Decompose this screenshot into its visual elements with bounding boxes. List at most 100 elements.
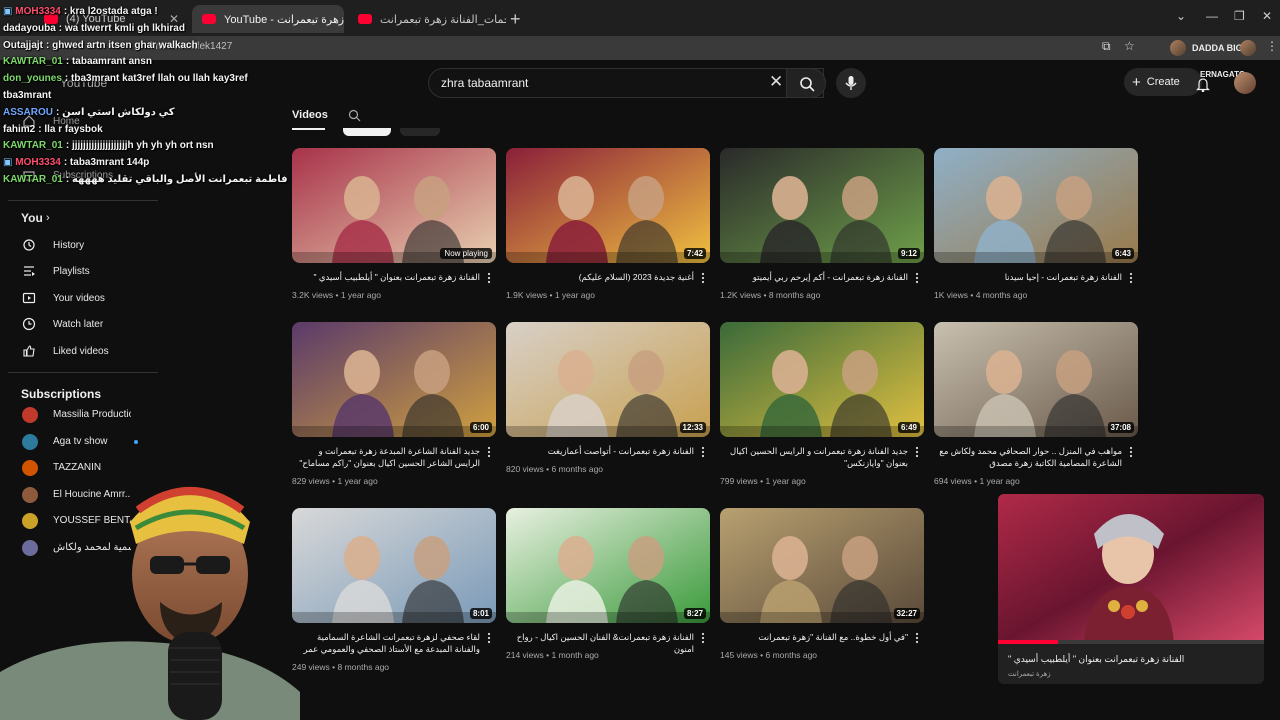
video-title[interactable]: لقاء صحفي لزهرة تبعمرانت الشاعرة السمامي…	[292, 631, 480, 655]
more-options-icon[interactable]	[700, 272, 706, 284]
video-thumbnail[interactable]: 7:42	[506, 148, 710, 263]
voice-search-button[interactable]	[836, 68, 866, 98]
video-title[interactable]: جديد الفنانة زهرة تبعمرانت و الرايس الحس…	[720, 445, 908, 469]
search-box[interactable]: zhra tabaamrant ✕	[428, 68, 824, 98]
video-duration: 7:42	[683, 248, 706, 259]
sidebar-item-watch-later[interactable]: Watch later	[0, 311, 170, 337]
new-tab-icon[interactable]: +	[510, 9, 521, 30]
channel-avatar	[22, 433, 38, 450]
thumbnail-image	[934, 148, 1138, 263]
more-options-icon[interactable]	[486, 446, 492, 458]
video-age: 1 year ago	[337, 476, 378, 486]
now-playing-badge: Now playing	[440, 248, 492, 259]
video-thumbnail[interactable]: 32:27	[720, 508, 924, 623]
more-options-icon[interactable]	[700, 446, 706, 458]
browser-tab-2[interactable]: YouTube - زهرة تبعمرانت ✕	[192, 5, 344, 33]
miniplayer[interactable]: الفنانة زهرة تبعمرانت بعنوان " أيلطبيب أ…	[998, 494, 1264, 684]
chat-text: wa tlwerrt kmli gh lkhirad	[64, 22, 185, 34]
channel-search-icon[interactable]	[348, 109, 361, 122]
video-title[interactable]: الفنانة زهرة تبعمرانت بعنوان " أيلطبيب أ…	[292, 271, 480, 283]
meta-separator: •	[761, 290, 769, 300]
more-options-icon[interactable]	[914, 272, 920, 284]
video-thumbnail[interactable]: Now playing	[292, 148, 496, 263]
video-title[interactable]: الفنانة زهرة تبعمرانت - أتواصت أعمازيغت	[506, 445, 694, 457]
microphone-icon	[845, 76, 857, 90]
video-thumbnail[interactable]: 9:12	[720, 148, 924, 263]
sort-chip-latest[interactable]	[343, 128, 391, 136]
video-thumbnail[interactable]: 6:00	[292, 322, 496, 437]
chat-message: dadayouba: wa tlwerrt kmli gh lkhirad	[3, 23, 185, 34]
chat-text: ghwed artn itsen ghar walkach	[52, 39, 198, 51]
video-thumbnail[interactable]: 12:33	[506, 322, 710, 437]
more-options-icon[interactable]	[914, 632, 920, 644]
profile-avatar[interactable]	[1170, 40, 1186, 56]
video-views: 799 views	[720, 476, 758, 486]
screen: (4) YouTube ✕ YouTube - زهرة تبعمرانت ✕ …	[0, 0, 1280, 720]
more-options-icon[interactable]	[914, 446, 920, 458]
miniplayer-video[interactable]	[998, 494, 1264, 644]
sidebar-subscription-item[interactable]: Massilia Production	[0, 402, 170, 428]
video-meta: 1K views • 4 months ago	[934, 290, 1027, 300]
more-options-icon[interactable]	[486, 632, 492, 644]
video-age: 1 year ago	[765, 476, 806, 486]
sidebar-item-history[interactable]: History	[0, 232, 170, 258]
tab-videos-underline	[292, 128, 325, 130]
clear-search-icon[interactable]: ✕	[769, 72, 783, 92]
video-title[interactable]: أغنية جديدة 2023 (السلام عليكم)	[506, 271, 694, 283]
menu-dots-icon[interactable]: ⋮	[1266, 39, 1278, 53]
video-thumbnail[interactable]: 6:43	[934, 148, 1138, 263]
create-button[interactable]: + Create	[1124, 68, 1202, 96]
chat-text: jjjjjjjjjjjjjjjjjjjjh yh yh yh ort nsn	[71, 140, 214, 152]
search-button[interactable]	[786, 68, 826, 98]
sidebar-subscription-item[interactable]: Aga tv show	[0, 429, 170, 455]
install-app-icon[interactable]: ⧉	[1102, 39, 1111, 54]
live-indicator-dot	[134, 439, 138, 444]
video-title[interactable]: جديد الفنانة الشاعرة المبدعة زهرة تبعمرا…	[292, 445, 480, 469]
meta-separator: •	[968, 290, 976, 300]
more-options-icon[interactable]	[1128, 272, 1134, 284]
thumbnail-image	[506, 508, 710, 623]
minimize-icon[interactable]: —	[1206, 9, 1218, 23]
video-title[interactable]: الفنانة زهرة تبعمرانت - إحيا سيدنا	[934, 271, 1122, 283]
sidebar-item-your-videos[interactable]: Your videos	[0, 285, 170, 311]
more-options-icon[interactable]	[486, 272, 492, 284]
your-videos-icon	[22, 292, 36, 304]
chat-message: Outajjajt: ghwed artn itsen ghar walkach	[3, 40, 198, 51]
sidebar-item-liked-videos[interactable]: Liked videos	[0, 338, 170, 364]
bookmark-star-icon[interactable]: ☆	[1124, 39, 1135, 53]
video-views: 3.2K views	[292, 290, 334, 300]
sidebar-item-playlists[interactable]: Playlists	[0, 258, 170, 284]
thumbnail-image	[720, 148, 924, 263]
thumbnail-image	[292, 148, 496, 263]
video-views: 214 views	[506, 650, 544, 660]
chat-text: فاطمة تبعمرانت الأصل والباقي تقليد ههههه	[71, 174, 288, 185]
video-title[interactable]: مواهب في المنزل .. حوار الصحافي محمد ولك…	[934, 445, 1122, 469]
profile-avatar-2[interactable]	[1240, 40, 1256, 56]
video-thumbnail[interactable]: 37:08	[934, 322, 1138, 437]
more-options-icon[interactable]	[700, 632, 706, 644]
sort-chip-popular[interactable]	[400, 128, 440, 136]
tab-videos[interactable]: Videos	[292, 109, 328, 121]
chat-username: Outajjajt	[3, 39, 44, 51]
search-input[interactable]: zhra tabaamrant	[441, 76, 528, 90]
video-views: 694 views	[934, 476, 972, 486]
browser-tab-3[interactable]: مع النجمات_الفنانة زهرة تبعمرانت ✕	[348, 5, 506, 33]
video-title[interactable]: الفنانة زهرة تبعمرانت - أكم إيرحم ربي أي…	[720, 271, 908, 283]
meta-separator: •	[971, 476, 980, 486]
chat-message: ▣ MOH3334: kra l2ostada atga !	[3, 6, 158, 17]
chevron-down-icon[interactable]: ⌄	[1176, 9, 1186, 23]
video-thumbnail[interactable]: 8:27	[506, 508, 710, 623]
sidebar-you-header[interactable]: You ›	[0, 205, 170, 231]
meta-separator: •	[757, 476, 766, 486]
close-window-icon[interactable]: ✕	[1262, 9, 1272, 23]
sidebar-item-label: History	[53, 239, 85, 251]
video-thumbnail[interactable]: 8:01	[292, 508, 496, 623]
more-options-icon[interactable]	[1128, 446, 1134, 458]
video-views: 145 views	[720, 650, 758, 660]
chat-username: MOH3334	[15, 157, 61, 169]
account-avatar[interactable]	[1234, 72, 1256, 94]
chat-message: tba3mrant	[3, 90, 51, 101]
video-thumbnail[interactable]: 6:49	[720, 322, 924, 437]
video-title[interactable]: "في أول خطوة.. مع الفنانة "زهرة تبعمرانت	[720, 631, 908, 643]
restore-icon[interactable]: ❐	[1234, 9, 1245, 23]
